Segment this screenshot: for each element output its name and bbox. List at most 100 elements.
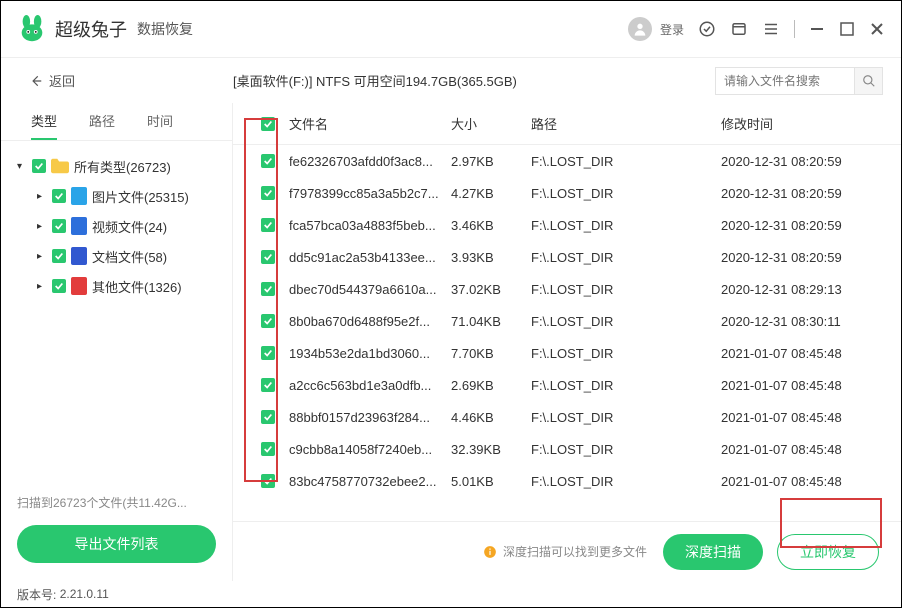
info-icon <box>483 545 497 559</box>
toolbar: 返回 [桌面软件(F:)] NTFS 可用空间194.7GB(365.5GB) <box>1 57 901 103</box>
row-checkbox[interactable] <box>261 250 275 264</box>
cell-path: F:\.LOST_DIR <box>531 314 721 329</box>
login-link[interactable]: 登录 <box>660 21 684 38</box>
row-checkbox[interactable] <box>261 378 275 392</box>
cell-size: 5.01KB <box>451 474 531 489</box>
cell-path: F:\.LOST_DIR <box>531 250 721 265</box>
row-checkbox[interactable] <box>261 442 275 456</box>
caret-right-icon: ▸ <box>37 191 47 202</box>
table-row[interactable]: dbec70d544379a6610a... 37.02KB F:\.LOST_… <box>233 273 901 305</box>
close-icon[interactable] <box>869 21 885 37</box>
select-all-checkbox[interactable] <box>261 117 275 131</box>
tree-root[interactable]: ▾ 所有类型(26723) <box>1 151 232 181</box>
filetype-icon <box>71 247 87 265</box>
cell-size: 2.97KB <box>451 154 531 169</box>
cell-size: 4.27KB <box>451 186 531 201</box>
arrow-left-icon <box>29 74 43 88</box>
sidebar: 类型 路径 时间 ▾ 所有类型(26723) ▸ 图片文件(25315)▸ 视频… <box>1 103 233 581</box>
cell-time: 2021-01-07 08:45:48 <box>721 410 901 425</box>
table-row[interactable]: f7978399cc85a3a5b2c7... 4.27KB F:\.LOST_… <box>233 177 901 209</box>
search-icon <box>862 74 876 88</box>
checkbox[interactable] <box>52 219 66 233</box>
table-row[interactable]: a2cc6c563bd1e3a0dfb... 2.69KB F:\.LOST_D… <box>233 369 901 401</box>
cell-time: 2021-01-07 08:45:48 <box>721 346 901 361</box>
row-checkbox[interactable] <box>261 218 275 232</box>
tree-item[interactable]: ▸ 其他文件(1326) <box>1 271 232 301</box>
app-subtitle: 数据恢复 <box>137 19 193 39</box>
cell-time: 2020-12-31 08:20:59 <box>721 186 901 201</box>
caret-right-icon: ▸ <box>37 221 47 232</box>
tree-item[interactable]: ▸ 图片文件(25315) <box>1 181 232 211</box>
table-row[interactable]: dd5c91ac2a53b4133ee... 3.93KB F:\.LOST_D… <box>233 241 901 273</box>
col-time[interactable]: 修改时间 <box>721 114 901 133</box>
cell-path: F:\.LOST_DIR <box>531 282 721 297</box>
cell-size: 3.93KB <box>451 250 531 265</box>
cell-time: 2021-01-07 08:45:48 <box>721 442 901 457</box>
row-checkbox[interactable] <box>261 282 275 296</box>
avatar[interactable] <box>628 17 652 41</box>
tab-type[interactable]: 类型 <box>31 111 57 140</box>
search-input[interactable] <box>715 67 855 95</box>
app-logo-icon <box>17 14 47 44</box>
maximize-icon[interactable] <box>839 21 855 37</box>
deep-scan-button[interactable]: 深度扫描 <box>663 534 763 570</box>
tree-item-label: 文档文件(58) <box>92 247 167 266</box>
export-button[interactable]: 导出文件列表 <box>17 525 216 563</box>
cell-time: 2021-01-07 08:45:48 <box>721 474 901 489</box>
cell-path: F:\.LOST_DIR <box>531 186 721 201</box>
cell-size: 3.46KB <box>451 218 531 233</box>
table-row[interactable]: c9cbb8a14058f7240eb... 32.39KB F:\.LOST_… <box>233 433 901 465</box>
table-row[interactable]: fe62326703afdd0f3ac8... 2.97KB F:\.LOST_… <box>233 145 901 177</box>
col-size[interactable]: 大小 <box>451 114 531 133</box>
back-button[interactable]: 返回 <box>1 71 233 90</box>
file-list: 文件名 大小 路径 修改时间 fe62326703afdd0f3ac8... 2… <box>233 103 901 581</box>
table-row[interactable]: 8b0ba670d6488f95e2f... 71.04KB F:\.LOST_… <box>233 305 901 337</box>
cell-name: fca57bca03a4883f5beb... <box>289 218 451 233</box>
row-checkbox[interactable] <box>261 314 275 328</box>
checkbox[interactable] <box>32 159 46 173</box>
row-checkbox[interactable] <box>261 410 275 424</box>
scan-status: 扫描到26723个文件(共11.42G... <box>1 486 232 519</box>
cell-size: 32.39KB <box>451 442 531 457</box>
cell-size: 71.04KB <box>451 314 531 329</box>
menu-icon[interactable] <box>762 20 780 38</box>
cell-name: c9cbb8a14058f7240eb... <box>289 442 451 457</box>
tab-time[interactable]: 时间 <box>147 111 173 140</box>
table-row[interactable]: 88bbf0157d23963f284... 4.46KB F:\.LOST_D… <box>233 401 901 433</box>
cell-path: F:\.LOST_DIR <box>531 378 721 393</box>
feedback-icon[interactable] <box>698 20 716 38</box>
caret-down-icon: ▾ <box>17 161 27 172</box>
tree-item[interactable]: ▸ 视频文件(24) <box>1 211 232 241</box>
row-checkbox[interactable] <box>261 154 275 168</box>
app-name: 超级兔子 <box>55 16 127 42</box>
row-checkbox[interactable] <box>261 474 275 488</box>
titlebar: 超级兔子 数据恢复 登录 <box>1 1 901 57</box>
skin-icon[interactable] <box>730 20 748 38</box>
cell-path: F:\.LOST_DIR <box>531 346 721 361</box>
checkbox[interactable] <box>52 249 66 263</box>
checkbox[interactable] <box>52 279 66 293</box>
deep-scan-hint: 深度扫描可以找到更多文件 <box>483 543 647 560</box>
cell-path: F:\.LOST_DIR <box>531 474 721 489</box>
col-path[interactable]: 路径 <box>531 114 721 133</box>
minimize-icon[interactable] <box>809 21 825 37</box>
table-row[interactable]: 83bc4758770732ebee2... 5.01KB F:\.LOST_D… <box>233 465 901 497</box>
drive-path: [桌面软件(F:)] NTFS 可用空间194.7GB(365.5GB) <box>233 71 715 90</box>
table-row[interactable]: fca57bca03a4883f5beb... 3.46KB F:\.LOST_… <box>233 209 901 241</box>
tree-item[interactable]: ▸ 文档文件(58) <box>1 241 232 271</box>
row-checkbox[interactable] <box>261 346 275 360</box>
cell-time: 2020-12-31 08:20:59 <box>721 154 901 169</box>
col-name[interactable]: 文件名 <box>289 114 451 133</box>
cell-size: 37.02KB <box>451 282 531 297</box>
tab-path[interactable]: 路径 <box>89 111 115 140</box>
table-row[interactable]: 1934b53e2da1bd3060... 7.70KB F:\.LOST_DI… <box>233 337 901 369</box>
checkbox[interactable] <box>52 189 66 203</box>
folder-icon <box>51 158 69 174</box>
recover-button[interactable]: 立即恢复 <box>777 534 879 570</box>
caret-right-icon: ▸ <box>37 251 47 262</box>
cell-name: dd5c91ac2a53b4133ee... <box>289 250 451 265</box>
cell-time: 2020-12-31 08:20:59 <box>721 218 901 233</box>
cell-size: 7.70KB <box>451 346 531 361</box>
row-checkbox[interactable] <box>261 186 275 200</box>
search-button[interactable] <box>855 67 883 95</box>
